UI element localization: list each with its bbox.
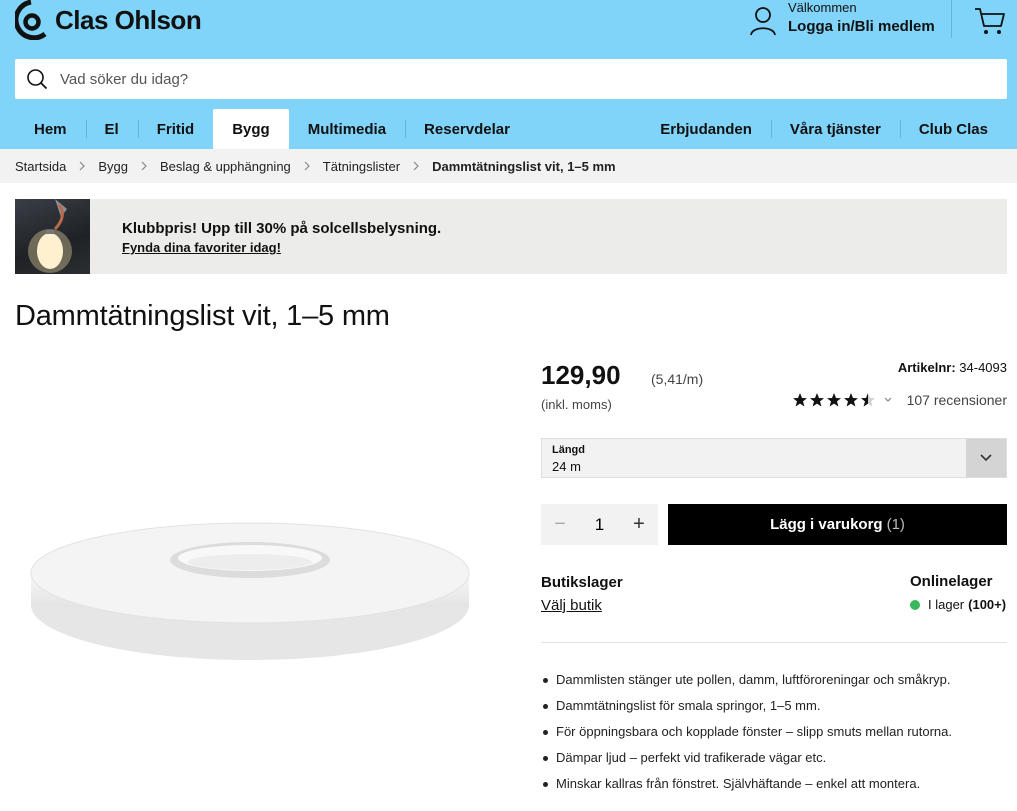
product-image[interactable] [22, 505, 477, 675]
review-count[interactable]: 107 recensioner [907, 392, 1007, 408]
chevron-right-icon [141, 161, 147, 171]
promo-banner[interactable]: Klubbpris! Upp till 30% på solcellsbelys… [15, 199, 1007, 274]
in-stock-indicator [910, 599, 920, 610]
breadcrumb-item[interactable]: Tätningslister [323, 159, 400, 174]
chevron-right-icon [79, 161, 86, 171]
breadcrumb-current: Dammtätningslist vit, 1–5 mm [432, 158, 616, 174]
star-icon [792, 393, 807, 407]
nav-item-bygg[interactable]: Bygg [213, 109, 289, 149]
feature-item: Minskar kallras från fönstret. Självhäft… [541, 771, 1007, 797]
logo[interactable]: Clas Ohlson [15, 0, 202, 40]
quantity-input[interactable] [584, 514, 615, 535]
star-icon [809, 393, 824, 407]
breadcrumb-item[interactable]: Beslag & upphängning [160, 159, 291, 174]
stock-text: I lager [928, 597, 965, 612]
online-stock-title: Onlinelager [910, 573, 993, 590]
choose-store-link[interactable]: Välj butik [541, 597, 602, 614]
feature-item: Dämpar ljud – perfekt vid trafikerade vä… [541, 745, 1007, 771]
nav-item-club-clas[interactable]: Club Clas [899, 109, 1007, 149]
stock-count: (100+) [968, 597, 1007, 612]
rating[interactable]: 107 recensioner [792, 392, 1007, 408]
site-header: Clas Ohlson Välkommen Logga in/Bli medle… [0, 0, 1017, 149]
welcome-text: Välkommen [788, 0, 857, 15]
star-rating [792, 392, 877, 408]
promo-title: Klubbpris! Upp till 30% på solcellsbelys… [122, 220, 442, 237]
product-price: 129,90 [541, 360, 621, 390]
chevron-right-icon [413, 161, 419, 171]
feature-item: Dammlisten stänger ute pollen, damm, luf… [541, 667, 1007, 693]
nav-item-hem[interactable]: Hem [15, 109, 86, 149]
logo-mark-icon [15, 0, 47, 40]
increase-quantity-button[interactable]: + [620, 504, 658, 545]
account-button[interactable]: Välkommen Logga in/Bli medlem [750, 0, 935, 38]
user-icon [750, 7, 776, 36]
quantity-stepper: − + [541, 504, 658, 545]
divider [541, 642, 1007, 643]
search-bar[interactable] [15, 59, 1007, 99]
promo-link[interactable]: Fynda dina favoriter idag! [122, 240, 281, 255]
feature-item: Dammtätningslist för smala springor, 1–5… [541, 693, 1007, 719]
store-stock-title: Butikslager [541, 574, 623, 591]
article-label: Artikelnr: [897, 360, 956, 375]
article-value: 34-4093 [959, 360, 1007, 375]
add-to-cart-label: Lägg i varukorg [770, 516, 883, 533]
nav-item-fritid[interactable]: Fritid [137, 109, 214, 149]
cart-icon[interactable] [974, 6, 1006, 36]
variant-value: 24 m [552, 459, 581, 474]
select-toggle[interactable] [966, 439, 1006, 477]
variant-label: Längd [552, 444, 585, 456]
cart-count: (1) [886, 516, 905, 533]
nav-item-reservdelar[interactable]: Reservdelar [405, 109, 529, 149]
star-icon [826, 393, 841, 407]
brand-name: Clas Ohlson [55, 4, 202, 35]
search-icon [27, 69, 48, 90]
add-to-cart-button[interactable]: Lägg i varukorg (1) [668, 504, 1007, 545]
breadcrumb: Startsida Bygg Beslag & upphängning Tätn… [0, 149, 1017, 183]
decrease-quantity-button[interactable]: − [541, 504, 579, 545]
chevron-down-icon [884, 397, 892, 402]
length-select[interactable]: Längd 24 m [541, 438, 1007, 478]
nav-item-tjanster[interactable]: Våra tjänster [770, 109, 900, 149]
unit-price: (5,41/m) [651, 371, 704, 387]
chevron-right-icon [304, 161, 310, 171]
feature-list: Dammlisten stänger ute pollen, damm, luf… [541, 667, 1007, 797]
article-number: Artikelnr: 34-4093 [898, 360, 1007, 375]
nav-item-el[interactable]: El [85, 109, 138, 149]
nav-item-erbjudanden[interactable]: Erbjudanden [641, 109, 771, 149]
login-link[interactable]: Logga in/Bli medlem [788, 16, 935, 38]
star-icon [843, 393, 858, 407]
chevron-down-icon [980, 454, 992, 462]
vat-note: (inkl. moms) [541, 397, 612, 412]
breadcrumb-item[interactable]: Bygg [98, 159, 128, 174]
online-stock-status: I lager (100+) [910, 597, 1006, 612]
main-nav: Hem El Fritid Bygg Multimedia Reservdela… [15, 109, 529, 149]
breadcrumb-item[interactable]: Startsida [15, 159, 66, 174]
product-title: Dammtätningslist vit, 1–5 mm [15, 300, 390, 332]
nav-item-multimedia[interactable]: Multimedia [289, 109, 405, 149]
header-divider [951, 0, 952, 38]
secondary-nav: Erbjudanden Våra tjänster Club Clas [641, 109, 1007, 149]
star-half-icon [860, 393, 875, 407]
feature-item: För öppningsbara och kopplade fönster – … [541, 719, 1007, 745]
search-input[interactable] [60, 70, 960, 88]
promo-image [15, 199, 90, 274]
